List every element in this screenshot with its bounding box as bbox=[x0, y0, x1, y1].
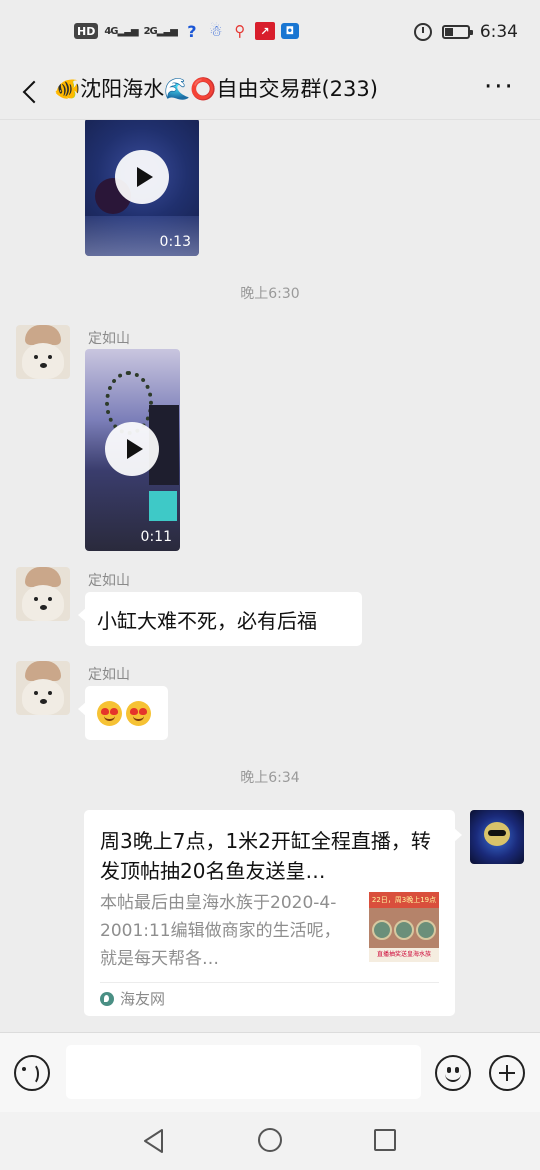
baidu-app-icon: ☃ bbox=[209, 22, 223, 40]
source-name: 海友网 bbox=[120, 990, 166, 1008]
video-duration: 0:11 bbox=[140, 529, 172, 545]
help-app-icon: ? bbox=[187, 21, 197, 41]
avatar-dog bbox=[22, 585, 64, 621]
nav-back-icon[interactable] bbox=[142, 1128, 166, 1158]
stock-app-icon: ↗ bbox=[254, 22, 275, 40]
avatar-eye bbox=[48, 691, 52, 695]
video-duration: 0:13 bbox=[159, 234, 191, 250]
link-card-title: 周3晚上7点，1米2开缸全程直播，转发顶帖抽20名鱼友送皇… bbox=[100, 829, 431, 883]
status-bar: HD 4G ▂▃▅ 2G ▂▃▅ ? ☃ ⚲ ↗ ◘ 6:34 bbox=[0, 0, 540, 64]
sender-name: 定如山 bbox=[88, 573, 130, 589]
location-app-icon: ⚲ bbox=[234, 22, 246, 40]
timestamp: 晚上6:30 bbox=[240, 286, 300, 302]
nav-recents-icon[interactable] bbox=[373, 1128, 397, 1152]
chat-area[interactable]: 0:13 晚上6:30 定如山 0:11 定如山 小缸大难不死，必有后福 定如山 bbox=[0, 120, 540, 1032]
avatar-dog bbox=[22, 343, 64, 379]
avatar-nose bbox=[40, 363, 47, 368]
input-bar bbox=[0, 1032, 540, 1112]
thumbnail-footer: 直播抽奖送皇海水族 bbox=[369, 948, 439, 962]
thumbnail-bowl bbox=[372, 920, 392, 940]
hd-badge: HD bbox=[74, 23, 99, 39]
video-thumb-decor bbox=[149, 491, 177, 521]
signal-2g-icon: 2G ▂▃▅ bbox=[143, 25, 178, 37]
battery-icon bbox=[441, 25, 473, 39]
signal-4g-label: 4G bbox=[104, 25, 118, 37]
avatar-eye bbox=[34, 691, 38, 695]
thumbnail-bowl bbox=[416, 920, 436, 940]
thumbnail-caption: 22日，周3晚上19点 bbox=[369, 892, 439, 908]
timestamp: 晚上6:34 bbox=[240, 770, 300, 786]
link-card-description: 本帖最后由皇海水族于2020-4-2001:11编辑做商家的生活呢，就是每天帮各… bbox=[100, 893, 341, 969]
play-icon[interactable] bbox=[115, 150, 169, 204]
chat-header: 🐠沈阳海水🌊⭕自由交易群(233) ··· bbox=[0, 64, 540, 120]
emoji-message-bubble[interactable] bbox=[78, 686, 168, 740]
text-message-bubble[interactable]: 小缸大难不死，必有后福 bbox=[78, 592, 362, 646]
thumbnail-bowl bbox=[394, 920, 414, 940]
avatar-dog bbox=[22, 679, 64, 715]
avatar-face bbox=[25, 567, 61, 587]
heart-eyes-emoji-icon bbox=[97, 700, 122, 726]
chat-title: 🐠沈阳海水🌊⭕自由交易群(233) bbox=[54, 77, 378, 101]
more-options-icon[interactable]: ··· bbox=[484, 74, 518, 102]
status-icons-right: 6:34 bbox=[413, 22, 518, 42]
avatar-face bbox=[25, 325, 61, 345]
avatar[interactable] bbox=[16, 567, 70, 621]
plus-icon[interactable] bbox=[489, 1055, 525, 1091]
heart-eyes-emoji-icon bbox=[126, 700, 151, 726]
self-avatar[interactable] bbox=[470, 810, 524, 864]
camera-app-icon: ◘ bbox=[280, 23, 299, 39]
video-message-2[interactable]: 0:11 bbox=[85, 349, 180, 551]
avatar[interactable] bbox=[16, 661, 70, 715]
avatar-eye bbox=[48, 597, 52, 601]
avatar-eye bbox=[34, 355, 38, 359]
avatar-eye bbox=[34, 597, 38, 601]
system-nav-bar bbox=[0, 1112, 540, 1170]
avatar-eye bbox=[48, 355, 52, 359]
avatar-nose bbox=[40, 699, 47, 704]
back-arrow-icon[interactable] bbox=[16, 76, 48, 108]
link-card-thumbnail: 22日，周3晚上19点 直播抽奖送皇海水族 bbox=[369, 892, 439, 962]
emoji-icon[interactable] bbox=[435, 1055, 471, 1091]
status-icons-left: HD 4G ▂▃▅ 2G ▂▃▅ ? ☃ ⚲ ↗ ◘ bbox=[74, 21, 299, 41]
avatar-face bbox=[25, 661, 61, 681]
link-card-source: 海友网 bbox=[100, 988, 165, 1009]
avatar[interactable] bbox=[16, 325, 70, 379]
sender-name: 定如山 bbox=[88, 667, 130, 683]
source-icon bbox=[100, 991, 114, 1006]
avatar-glasses bbox=[488, 830, 506, 836]
avatar-nose bbox=[40, 605, 47, 610]
signal-4g-icon: 4G ▂▃▅ bbox=[104, 25, 138, 37]
status-time: 6:34 bbox=[479, 22, 518, 42]
voice-icon[interactable] bbox=[14, 1055, 50, 1091]
divider bbox=[100, 982, 439, 983]
nav-home-icon[interactable] bbox=[257, 1127, 283, 1153]
message-text: 小缸大难不死，必有后福 bbox=[97, 608, 317, 633]
alarm-icon bbox=[413, 23, 432, 41]
sender-name: 定如山 bbox=[88, 331, 130, 347]
video-message-1[interactable]: 0:13 bbox=[85, 120, 199, 256]
signal-2g-label: 2G bbox=[143, 25, 158, 37]
play-icon[interactable] bbox=[105, 422, 159, 476]
link-card-message[interactable]: 周3晚上7点，1米2开缸全程直播，转发顶帖抽20名鱼友送皇… 本帖最后由皇海水族… bbox=[84, 810, 462, 1016]
message-input[interactable] bbox=[66, 1045, 421, 1099]
